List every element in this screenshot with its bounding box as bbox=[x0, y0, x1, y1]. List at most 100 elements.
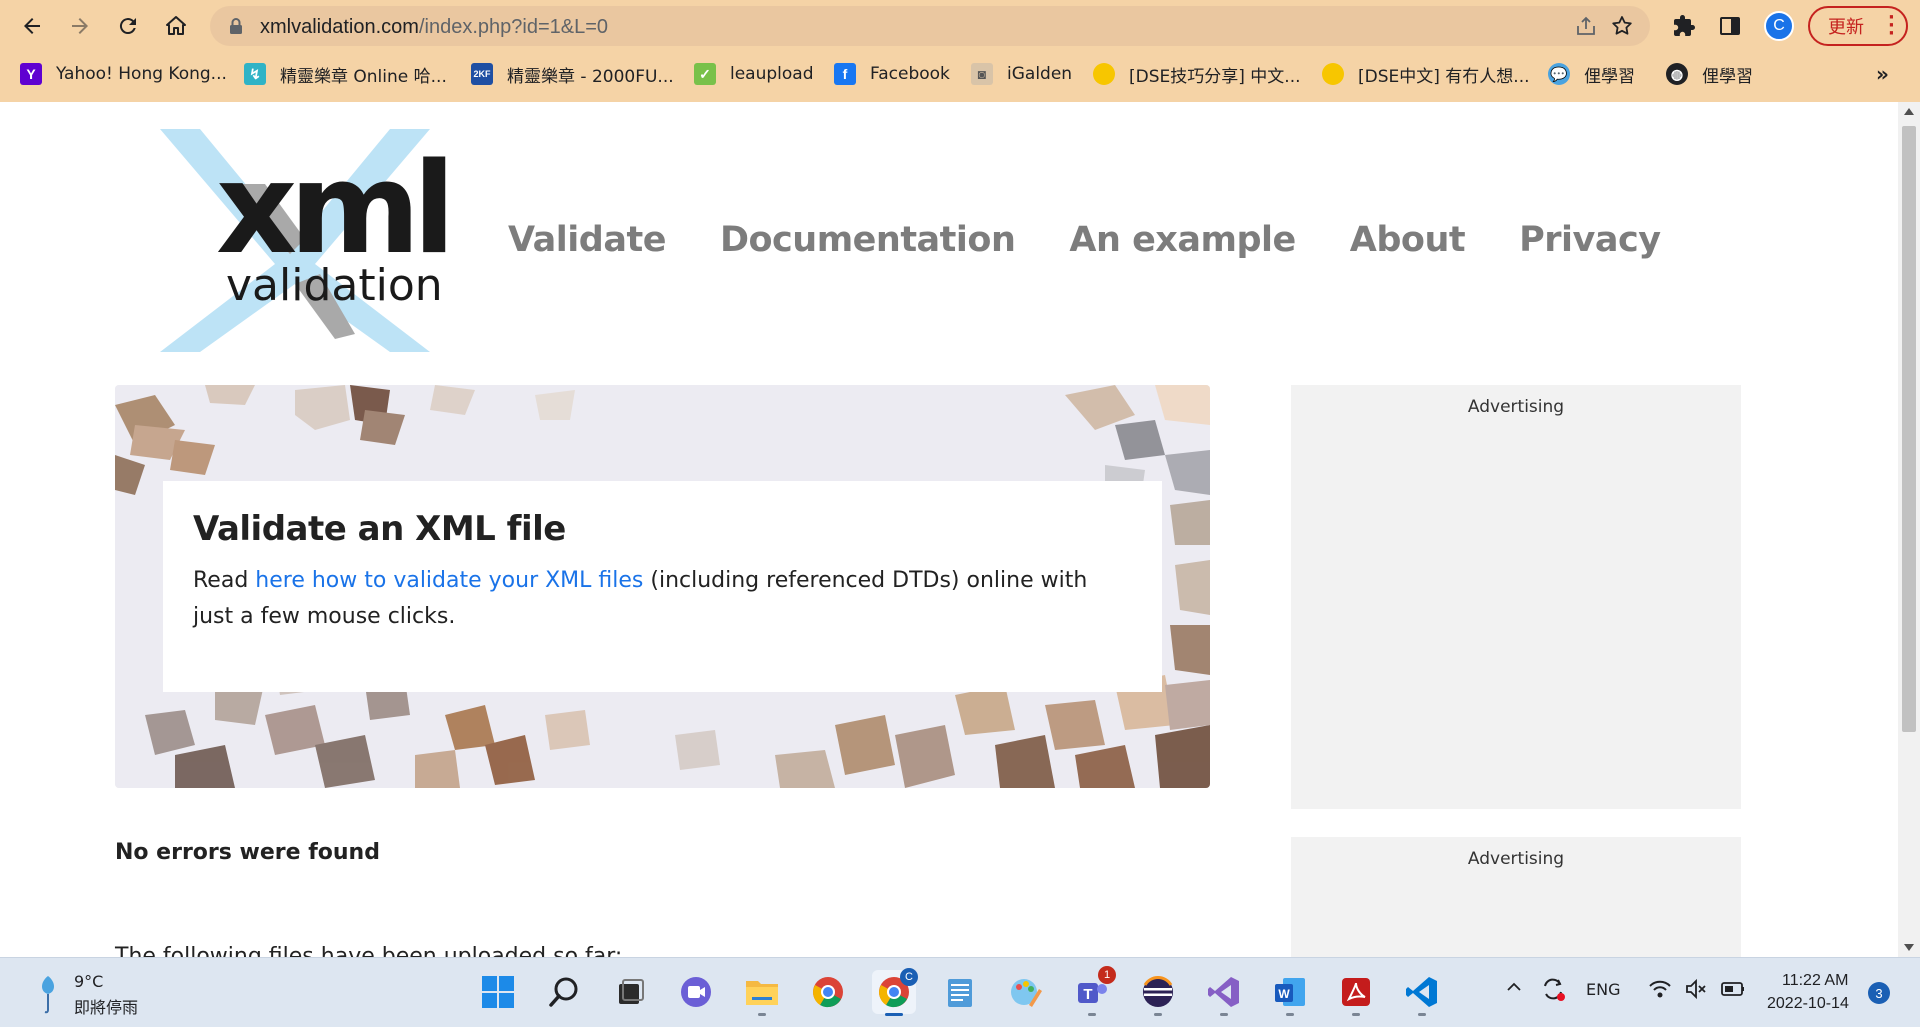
umbrella-icon bbox=[42, 976, 54, 1014]
acrobat-icon bbox=[1342, 978, 1370, 1006]
lock-icon bbox=[230, 18, 242, 34]
advertising-box[interactable]: Advertising bbox=[1291, 837, 1741, 957]
folder-icon bbox=[746, 981, 778, 1005]
teams-chat-app[interactable] bbox=[674, 970, 718, 1014]
bookmark-item[interactable]: 2KF 精靈樂章 - 2000FU... bbox=[471, 60, 674, 88]
bookmark-item[interactable]: [DSE技巧分享] 中文... bbox=[1093, 60, 1301, 88]
notification-count-badge[interactable]: 3 bbox=[1868, 982, 1890, 1004]
profile-avatar[interactable]: C bbox=[1764, 11, 1794, 41]
site-logo[interactable]: xml validation bbox=[140, 124, 456, 358]
chat-icon: ✓ bbox=[694, 63, 716, 85]
uploaded-files-intro: The following files have been uploaded s… bbox=[115, 944, 623, 957]
vscode-app[interactable] bbox=[1400, 970, 1444, 1016]
weather-description: 即將停雨 bbox=[74, 998, 139, 1017]
bookmark-item[interactable]: ✓ leaupload bbox=[694, 60, 814, 88]
reload-icon bbox=[119, 18, 136, 35]
wifi-icon[interactable] bbox=[1648, 978, 1672, 1004]
validation-help-link[interactable]: here how to validate your XML files bbox=[255, 568, 643, 593]
bookmark-item[interactable]: ◙ iGalden bbox=[971, 60, 1072, 88]
speaker-muted-icon[interactable] bbox=[1684, 978, 1708, 1004]
more-bookmarks-button[interactable]: » bbox=[1876, 62, 1889, 86]
reload-button[interactable] bbox=[110, 8, 146, 44]
search-button[interactable] bbox=[542, 970, 586, 1014]
visual-studio-icon bbox=[1208, 977, 1239, 1007]
bookmark-item[interactable]: [DSE中文] 有冇人想... bbox=[1322, 60, 1530, 88]
eclipse-icon bbox=[1143, 975, 1173, 1007]
chrome-app-active[interactable]: C bbox=[872, 968, 918, 1016]
windows-taskbar: 9°C 即將停雨 C T 1 W ENG 11:22 AM 2022-10-14… bbox=[0, 957, 1920, 1027]
home-button[interactable] bbox=[158, 8, 194, 44]
back-button[interactable] bbox=[14, 8, 50, 44]
bubble-icon: 💬 bbox=[1548, 63, 1570, 85]
task-view-icon bbox=[619, 979, 644, 1004]
svg-text:T: T bbox=[1083, 986, 1092, 1003]
task-view-button[interactable] bbox=[608, 970, 652, 1014]
hero-text: Read here how to validate your XML files… bbox=[193, 568, 1088, 629]
scroll-down-arrow-icon[interactable] bbox=[1904, 944, 1914, 951]
battery-icon[interactable] bbox=[1720, 979, 1746, 1003]
chrome-profile-badge: C bbox=[900, 968, 918, 986]
running-indicator bbox=[1286, 1013, 1294, 1016]
url-text: xmlvalidation.com/index.php?id=1&L=0 bbox=[260, 16, 609, 38]
windows-icon bbox=[482, 976, 514, 1008]
bookmark-item[interactable]: 💬 俚學習 bbox=[1548, 60, 1635, 88]
hero-title: Validate an XML file bbox=[193, 509, 566, 549]
sync-icon[interactable] bbox=[1540, 976, 1566, 1006]
main-navigation: Validate Documentation An example About … bbox=[508, 220, 1715, 270]
hero-banner: Validate an XML file Read here how to va… bbox=[115, 385, 1210, 788]
side-panel-icon[interactable] bbox=[1716, 12, 1744, 40]
nav-an-example[interactable]: An example bbox=[1069, 220, 1296, 270]
running-indicator bbox=[1088, 1013, 1096, 1016]
bookmark-item[interactable]: Y Yahoo! Hong Kong... bbox=[20, 60, 227, 88]
bookmark-item[interactable]: ◍ 俚學習 bbox=[1666, 60, 1753, 88]
bookmark-item[interactable]: f Facebook bbox=[834, 60, 950, 88]
nav-privacy[interactable]: Privacy bbox=[1519, 220, 1661, 270]
igalden-icon: ◙ bbox=[971, 63, 993, 85]
show-hidden-icons-chevron-icon[interactable] bbox=[1505, 978, 1523, 1000]
forward-arrow-icon bbox=[72, 18, 88, 34]
game-icon: ↯ bbox=[244, 63, 266, 85]
update-button[interactable]: 更新 · · · bbox=[1808, 6, 1908, 46]
running-indicator bbox=[885, 1013, 903, 1016]
eclipse-app[interactable] bbox=[1136, 970, 1180, 1016]
input-language[interactable]: ENG bbox=[1586, 980, 1620, 999]
share-icon[interactable] bbox=[1574, 14, 1598, 38]
chat-app-icon bbox=[681, 977, 711, 1007]
scroll-thumb[interactable] bbox=[1902, 126, 1916, 732]
running-indicator bbox=[1154, 1013, 1162, 1016]
clock-time[interactable]: 11:22 AM bbox=[1782, 972, 1848, 990]
visual-studio-app[interactable] bbox=[1202, 970, 1246, 1016]
paint-app[interactable] bbox=[1004, 970, 1048, 1014]
teams-app[interactable]: T 1 bbox=[1070, 966, 1116, 1016]
extensions-icon[interactable] bbox=[1670, 12, 1698, 40]
validation-result: No errors were found bbox=[115, 840, 380, 865]
vscode-icon bbox=[1406, 977, 1437, 1007]
clock-date[interactable]: 2022-10-14 bbox=[1767, 995, 1849, 1013]
word-app[interactable]: W bbox=[1268, 970, 1312, 1016]
update-label: 更新 bbox=[1828, 17, 1864, 38]
acrobat-app[interactable] bbox=[1334, 970, 1378, 1016]
bookmark-star-icon[interactable] bbox=[1610, 14, 1634, 38]
notepad-app[interactable] bbox=[938, 970, 982, 1014]
running-indicator bbox=[758, 1013, 766, 1016]
start-button[interactable] bbox=[476, 970, 520, 1014]
chrome-app-profile[interactable] bbox=[806, 970, 850, 1014]
nav-documentation[interactable]: Documentation bbox=[720, 220, 1016, 270]
forward-button[interactable] bbox=[62, 8, 98, 44]
nav-validate[interactable]: Validate bbox=[508, 220, 666, 270]
scroll-up-arrow-icon[interactable] bbox=[1904, 108, 1914, 115]
advertising-box[interactable]: Advertising bbox=[1291, 385, 1741, 809]
svg-text:W: W bbox=[1278, 987, 1290, 1001]
file-explorer-app[interactable] bbox=[740, 970, 784, 1016]
page-scrollbar[interactable] bbox=[1898, 102, 1920, 957]
address-bar[interactable]: xmlvalidation.com/index.php?id=1&L=0 bbox=[210, 6, 1650, 46]
notepad-icon bbox=[948, 979, 972, 1007]
2kf-icon: 2KF bbox=[471, 63, 493, 85]
home-icon bbox=[166, 16, 186, 35]
browser-chrome: xmlvalidation.com/index.php?id=1&L=0 C 更… bbox=[0, 0, 1920, 102]
teams-notification-badge: 1 bbox=[1098, 966, 1116, 984]
nav-about[interactable]: About bbox=[1350, 220, 1466, 270]
hero-card: Validate an XML file Read here how to va… bbox=[163, 481, 1162, 692]
bookmark-item[interactable]: ↯ 精靈樂章 Online 哈... bbox=[244, 60, 447, 88]
yahoo-icon: Y bbox=[20, 63, 42, 85]
